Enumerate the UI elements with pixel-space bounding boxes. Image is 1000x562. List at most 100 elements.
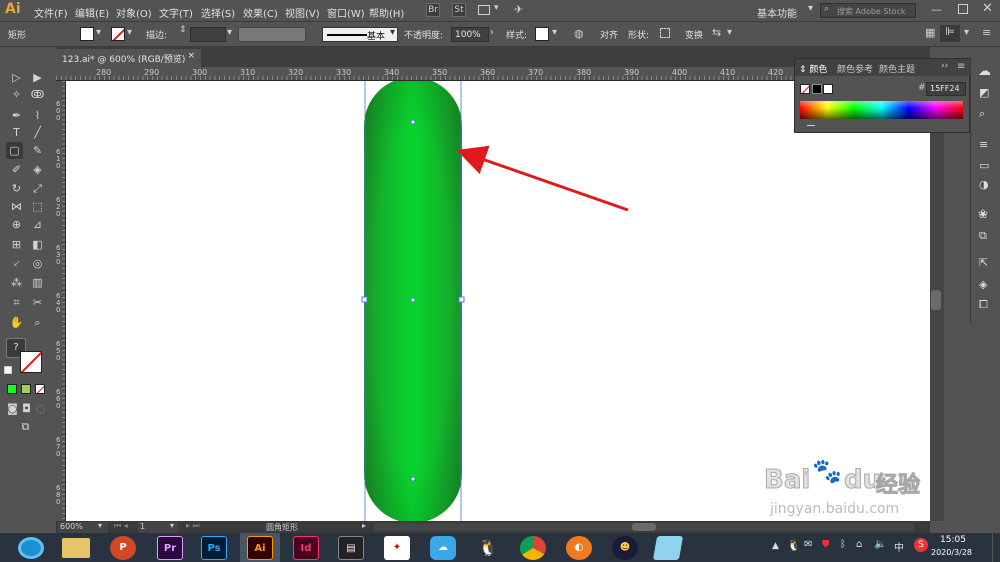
shaper-tool-icon[interactable]: ✐ <box>8 161 25 178</box>
chevron-right-icon[interactable]: › <box>490 27 494 38</box>
width-tool-icon[interactable]: ⋈ <box>8 198 25 215</box>
pen-tool-icon[interactable]: ✒ <box>8 107 25 124</box>
draw-inside-icon[interactable]: ◌ <box>32 400 49 417</box>
stroke-label[interactable]: 描边: <box>146 28 167 41</box>
chevron-down-icon[interactable]: ▾ <box>170 521 174 530</box>
arrange-panels-icon[interactable]: ▦ <box>925 26 935 39</box>
mesh-tool-icon[interactable]: ⊞ <box>8 236 25 253</box>
appearance-icon[interactable]: ⌕ <box>979 107 985 121</box>
lasso-tool-icon[interactable]: ↂ <box>29 86 46 103</box>
shape-label[interactable]: 形状: <box>628 28 649 41</box>
first-artboard-icon[interactable]: ⏮ ◂ <box>114 521 128 531</box>
network-tray-icon[interactable]: ⌂ <box>856 539 862 550</box>
clock-time[interactable]: 15:05 <box>940 535 966 545</box>
align-button[interactable]: 对齐 <box>600 28 618 41</box>
chevron-down-icon[interactable]: ▾ <box>127 27 132 38</box>
volume-tray-icon[interactable]: 🔈 <box>874 539 886 550</box>
asset-export-icon[interactable]: ⇱ <box>979 256 988 269</box>
default-colors-icon[interactable] <box>4 366 12 374</box>
chevron-down-icon[interactable]: ▾ <box>552 27 557 38</box>
powerpoint-icon[interactable]: P <box>110 536 136 560</box>
horizontal-scrollbar[interactable] <box>374 523 914 531</box>
rounded-rectangle-tool-icon[interactable]: ▢ <box>6 142 23 159</box>
color-none-swatch[interactable] <box>800 84 810 94</box>
horizontal-scroll-thumb[interactable] <box>632 523 656 531</box>
magic-wand-tool-icon[interactable]: ✧ <box>8 86 25 103</box>
artboard-tool-icon[interactable]: ⌗ <box>8 294 25 311</box>
media-player-icon[interactable]: ◐ <box>566 536 592 560</box>
menu-object[interactable]: 对象(O) <box>116 5 152 20</box>
workspace-switcher[interactable]: 基本功能 <box>757 5 797 20</box>
status-menu-icon[interactable]: ▸ <box>362 521 366 530</box>
graphic-styles-icon[interactable]: ⧉ <box>979 229 987 243</box>
stroke-weight-field[interactable] <box>190 27 226 42</box>
premiere-icon[interactable]: Pr <box>157 536 183 560</box>
close-tab-icon[interactable]: × <box>187 51 195 61</box>
file-explorer-icon[interactable] <box>62 538 90 558</box>
ime-tray-icon[interactable]: 中 <box>894 539 904 554</box>
menu-file[interactable]: 文件(F) <box>34 5 68 20</box>
artboards-icon[interactable]: ⧠ <box>979 298 988 312</box>
perspective-grid-tool-icon[interactable]: ⊿ <box>29 216 46 233</box>
graphic-style-swatch[interactable] <box>535 27 549 41</box>
fill-stroke-control[interactable]: ? <box>4 338 46 378</box>
eraser-tool-icon[interactable]: ◈ <box>29 161 46 178</box>
chevron-down-icon[interactable]: ▾ <box>96 27 101 38</box>
clock-date[interactable]: 2020/3/28 <box>931 548 972 557</box>
blend-tool-icon[interactable]: ◎ <box>29 255 46 272</box>
vertical-scroll-thumb[interactable] <box>931 290 941 310</box>
reflect-icon[interactable]: ⇆ <box>712 26 721 39</box>
zoom-tool-icon[interactable]: ⌕ <box>29 314 46 331</box>
shape-builder-tool-icon[interactable]: ⊕ <box>8 216 25 233</box>
collapse-panel-icon[interactable]: ›› <box>941 61 948 71</box>
color-black-swatch[interactable] <box>812 84 822 94</box>
gradient-panel-icon[interactable]: ▭ <box>979 159 989 172</box>
indesign-icon[interactable]: Id <box>293 536 319 560</box>
brush-definition[interactable]: 基本 <box>322 27 398 42</box>
start-button-icon[interactable] <box>18 537 44 559</box>
recolor-artwork-icon[interactable]: ◍ <box>574 27 584 40</box>
symbols-icon[interactable]: ❀ <box>978 207 988 221</box>
menu-edit[interactable]: 编辑(E) <box>75 5 109 20</box>
opacity-field[interactable]: 100% <box>451 27 489 42</box>
layers-icon[interactable]: ◈ <box>979 278 987 291</box>
slice-tool-icon[interactable]: ✂ <box>29 294 46 311</box>
stroke-weight-stepper[interactable]: ⇕ <box>179 25 187 35</box>
sogou-tray-icon[interactable]: S <box>914 538 928 552</box>
menu-select[interactable]: 选择(S) <box>201 5 235 20</box>
chevron-down-icon[interactable]: ▾ <box>494 3 499 13</box>
last-artboard-icon[interactable]: ▸ ⏭ <box>186 521 200 531</box>
arrange-documents-icon[interactable] <box>478 5 490 15</box>
document-tab[interactable]: 123.ai* @ 600% (RGB/预览) × <box>56 49 201 67</box>
transparency-icon[interactable]: ◑ <box>979 178 989 191</box>
variable-width-profile[interactable] <box>238 27 306 42</box>
stock-search-field[interactable]: ⌕ 搜索 Adobe Stock <box>820 3 916 18</box>
illustrator-icon[interactable]: Ai <box>247 536 273 560</box>
game-icon[interactable]: ☻ <box>612 536 638 560</box>
show-desktop-button[interactable] <box>992 533 1000 562</box>
restore-button[interactable] <box>958 4 968 14</box>
rotate-tool-icon[interactable]: ↻ <box>8 180 25 197</box>
tab-color-themes[interactable]: 颜色主题 <box>879 62 915 75</box>
none-mode-icon[interactable] <box>35 384 45 394</box>
menu-effect[interactable]: 效果(C) <box>243 5 278 20</box>
gpu-performance-icon[interactable]: ✈ <box>514 3 523 16</box>
color-mode-icon[interactable] <box>7 384 17 394</box>
chat-app-icon[interactable]: ☁ <box>430 536 456 560</box>
minimize-button[interactable]: — <box>931 3 942 16</box>
chevron-down-icon[interactable]: ▾ <box>727 27 732 38</box>
gradient-mode-icon[interactable] <box>21 384 31 394</box>
panel-menu-icon[interactable]: ≡ <box>957 61 965 72</box>
stroke-none-icon[interactable] <box>20 351 42 373</box>
qq-icon[interactable]: 🐧 <box>475 536 501 560</box>
hand-tool-icon[interactable]: ✋ <box>8 314 25 331</box>
free-transform-tool-icon[interactable]: ⬚ <box>29 198 46 215</box>
paintbrush-tool-icon[interactable]: ✎ <box>29 142 46 159</box>
remote-tray-icon[interactable]: ✉ <box>804 539 812 550</box>
menu-type[interactable]: 文字(T) <box>159 5 193 20</box>
hex-input[interactable]: 15FF24 <box>926 82 966 96</box>
tab-color[interactable]: ⇕ 颜色 <box>799 62 827 75</box>
panel-menu-icon[interactable]: ≡ <box>982 26 991 39</box>
chevron-down-icon[interactable]: ▾ <box>98 521 102 530</box>
tray-expand-icon[interactable]: ▲ <box>772 541 779 551</box>
